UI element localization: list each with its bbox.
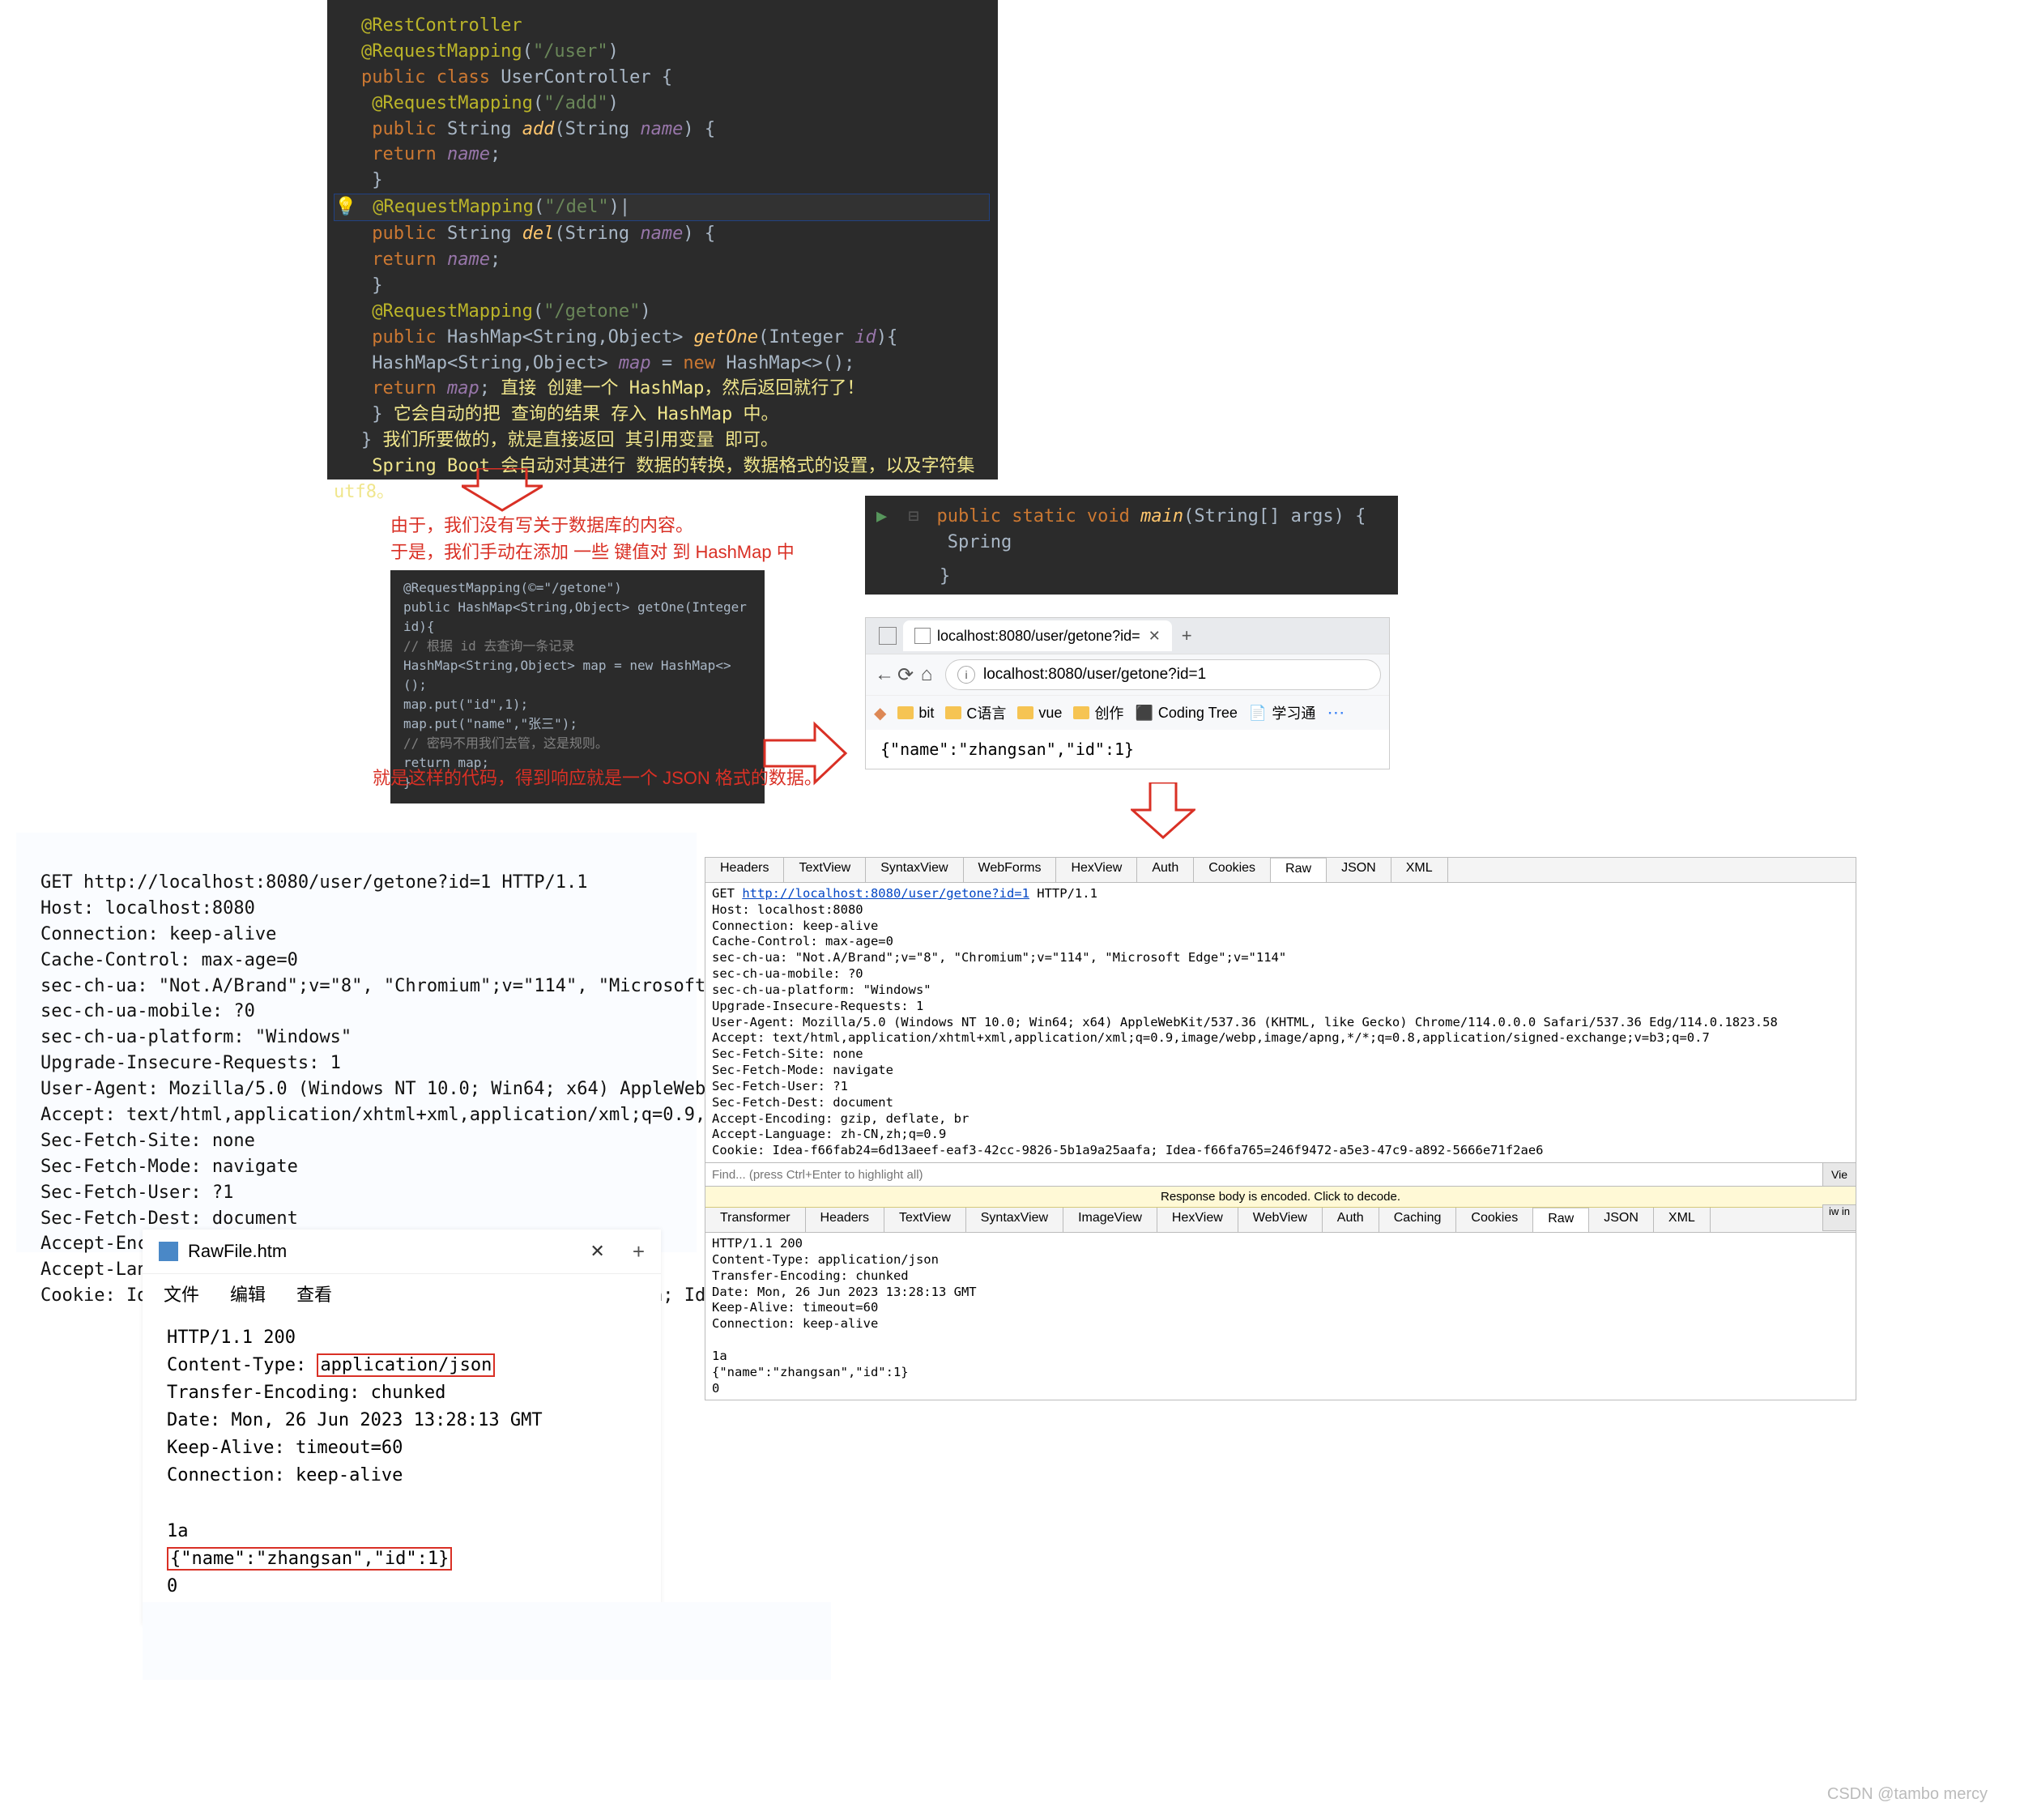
url-text: localhost:8080/user/getone?id=1 — [983, 666, 1206, 684]
arrow-down-icon — [462, 468, 543, 514]
menu-查看[interactable]: 查看 — [296, 1281, 332, 1306]
ide-snippet-main: @RestController @RequestMapping("/user")… — [327, 0, 998, 480]
request-raw: GET http://localhost:8080/user/getone?id… — [705, 883, 1856, 1162]
tab-syntaxview[interactable]: SyntaxView — [966, 1208, 1063, 1232]
filewin-title: RawFile.htm — [188, 1241, 287, 1262]
tab-webview[interactable]: WebView — [1238, 1208, 1323, 1232]
tab-textview[interactable]: TextView — [784, 858, 866, 882]
tab-raw[interactable]: Raw — [1271, 858, 1327, 882]
tab-auth[interactable]: Auth — [1137, 858, 1194, 882]
browser-tab-strip: localhost:8080/user/getone?id= ✕ + — [866, 618, 1389, 654]
find-input[interactable] — [705, 1165, 1822, 1185]
home-button[interactable]: ⌂ — [916, 663, 937, 686]
layout-toggle-icon[interactable] — [879, 627, 897, 645]
close-tab-icon[interactable]: ✕ — [1149, 628, 1161, 645]
info-icon[interactable]: i — [957, 666, 975, 684]
close-icon[interactable]: ✕ — [590, 1241, 604, 1262]
new-tab-icon[interactable]: + — [633, 1239, 645, 1264]
file-icon — [159, 1242, 178, 1261]
bookmark-item[interactable]: C语言 — [945, 702, 1006, 723]
menu-编辑[interactable]: 编辑 — [230, 1281, 266, 1306]
arrow-down-icon — [1131, 782, 1195, 839]
new-tab-button[interactable]: + — [1172, 625, 1202, 646]
bookmark-item[interactable]: ⬛Coding Tree — [1135, 705, 1237, 722]
tab-headers[interactable]: Headers — [806, 1208, 884, 1232]
address-bar[interactable]: i localhost:8080/user/getone?id=1 — [945, 659, 1381, 690]
request-tabs: HeadersTextViewSyntaxViewWebFormsHexView… — [705, 858, 1856, 883]
filewin-menu: 文件 编辑 查看 — [143, 1274, 661, 1316]
back-button[interactable]: ← — [874, 663, 895, 686]
bookmark-item[interactable]: bit — [897, 705, 934, 722]
arrow-right-icon — [761, 721, 850, 786]
response-raw: HTTP/1.1 200 Content-Type: application/j… — [705, 1233, 1856, 1400]
decode-bar[interactable]: Response body is encoded. Click to decod… — [705, 1187, 1856, 1208]
watermark: CSDN @tambo mercy — [1827, 1785, 1988, 1804]
favicon-icon — [914, 628, 931, 644]
browser-window: localhost:8080/user/getone?id= ✕ + ← ⟳ ⌂… — [865, 617, 1390, 769]
browser-tab[interactable]: localhost:8080/user/getone?id= ✕ — [903, 620, 1172, 651]
ext-icon[interactable]: ◆ — [874, 703, 886, 723]
tab-auth[interactable]: Auth — [1323, 1208, 1379, 1232]
bookmarks-bar: ◆ bit C语言 vue 创作 ⬛Coding Tree 📄学习通 ⋯ — [866, 695, 1389, 730]
tab-json[interactable]: JSON — [1589, 1208, 1654, 1232]
bookmark-item[interactable]: vue — [1017, 705, 1062, 722]
reload-button[interactable]: ⟳ — [895, 663, 916, 687]
fiddler-panel: HeadersTextViewSyntaxViewWebFormsHexView… — [705, 857, 1856, 1400]
tab-hexview[interactable]: HexView — [1056, 858, 1137, 882]
view-in-notepad-button-2[interactable]: iw in — [1822, 1204, 1856, 1231]
bookmarks-overflow[interactable]: ⋯ — [1327, 702, 1345, 723]
ide-snippet-run: ▶ ⊟ public static void main(String[] arg… — [865, 496, 1398, 595]
tab-hexview[interactable]: HexView — [1157, 1208, 1238, 1232]
tab-transformer[interactable]: Transformer — [705, 1208, 806, 1232]
view-in-notepad-button[interactable]: Vie — [1822, 1163, 1856, 1186]
tab-imageview[interactable]: ImageView — [1063, 1208, 1157, 1232]
tab-cookies[interactable]: Cookies — [1194, 858, 1271, 882]
tab-headers[interactable]: Headers — [705, 858, 784, 882]
tab-syntaxview[interactable]: SyntaxView — [866, 858, 963, 882]
note-top: 由于，我们没有写关于数据库的内容。 于是，我们手动在添加 一些 键值对 到 Ha… — [390, 512, 795, 565]
tab-caching[interactable]: Caching — [1379, 1208, 1457, 1232]
tab-xml[interactable]: XML — [1654, 1208, 1711, 1232]
filewin-body: HTTP/1.1 200 Content-Type: application/j… — [143, 1316, 661, 1625]
tab-cookies[interactable]: Cookies — [1456, 1208, 1533, 1232]
note-bottom: 就是这样的代码，得到响应就是一个 JSON 格式的数据。 — [373, 765, 822, 791]
tab-textview[interactable]: TextView — [884, 1208, 966, 1232]
tab-xml[interactable]: XML — [1391, 858, 1448, 882]
browser-toolbar: ← ⟳ ⌂ i localhost:8080/user/getone?id=1 — [866, 654, 1389, 695]
bookmark-item[interactable]: 创作 — [1073, 702, 1123, 723]
menu-文件[interactable]: 文件 — [164, 1281, 199, 1306]
response-tabs: TransformerHeadersTextViewSyntaxViewImag… — [705, 1208, 1856, 1233]
tab-json[interactable]: JSON — [1327, 858, 1391, 882]
browser-body: {"name":"zhangsan","id":1} — [866, 730, 1389, 769]
raw-http-left: GET http://localhost:8080/user/getone?id… — [16, 833, 697, 1252]
blank-block — [143, 1602, 831, 1680]
tab-raw[interactable]: Raw — [1533, 1208, 1589, 1232]
run-gutter-icon[interactable]: ▶ — [876, 504, 887, 530]
bookmark-item[interactable]: 📄学习通 — [1249, 702, 1315, 723]
tab-webforms[interactable]: WebForms — [964, 858, 1057, 882]
rawfile-window: RawFile.htm ✕ + 文件 编辑 查看 HTTP/1.1 200 Cont… — [143, 1230, 661, 1625]
tab-title: localhost:8080/user/getone?id= — [937, 628, 1140, 645]
